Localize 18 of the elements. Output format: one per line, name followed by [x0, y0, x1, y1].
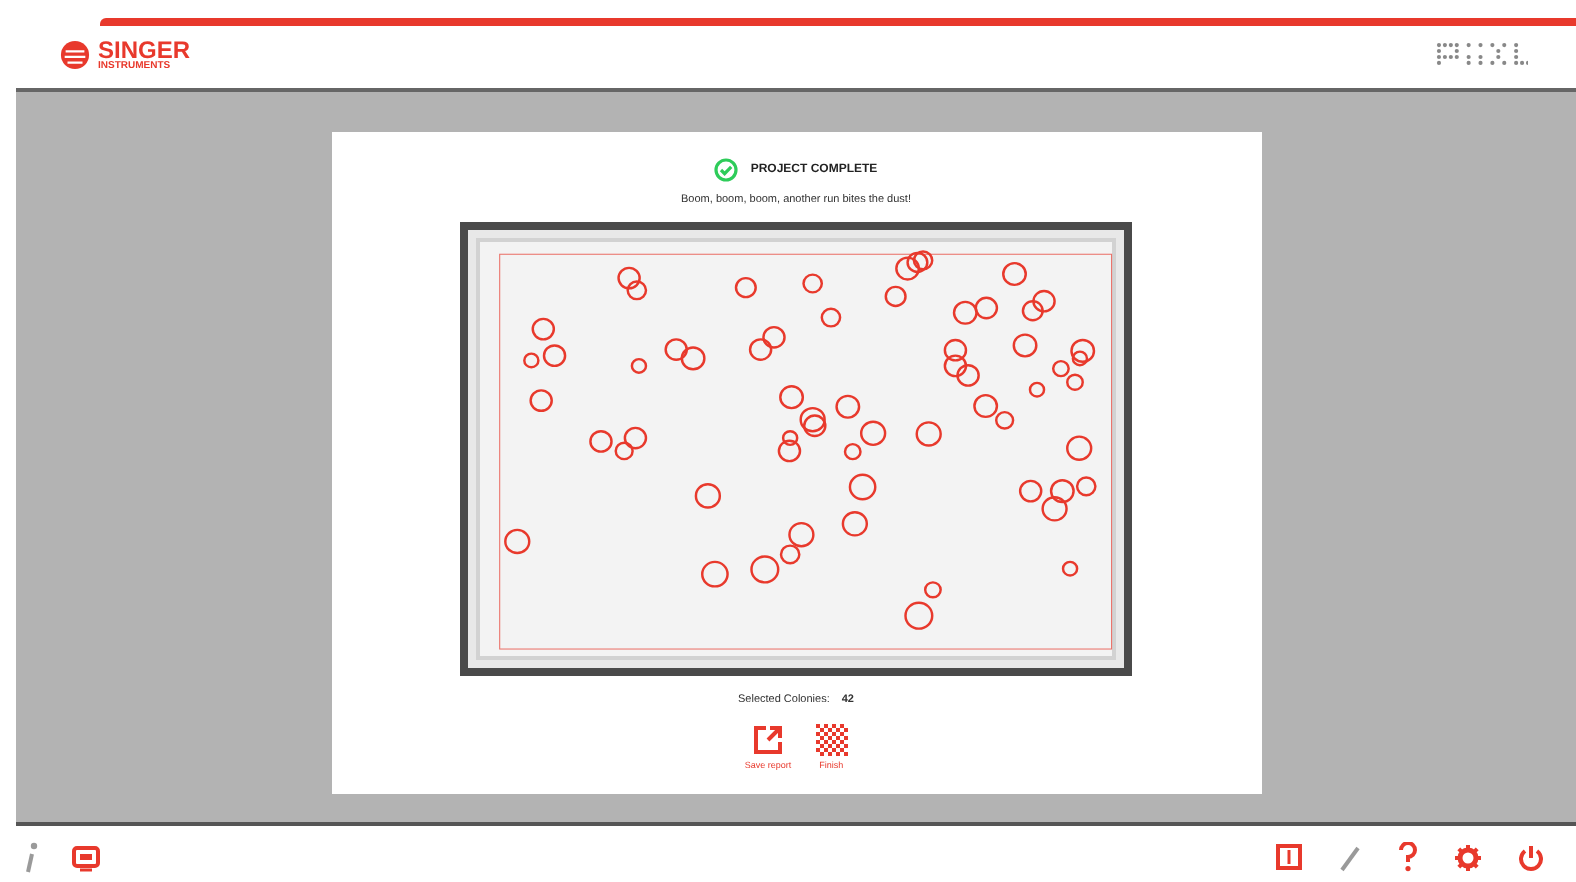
power-icon — [1518, 843, 1544, 871]
toolbar-button[interactable] — [72, 845, 100, 871]
checkerboard-icon — [815, 724, 848, 756]
settings-icon — [1454, 843, 1482, 871]
toolbar-button[interactable] — [1518, 843, 1544, 871]
check-circle-icon — [714, 158, 739, 182]
brand-name: SINGER — [98, 37, 191, 61]
info-icon — [24, 842, 40, 874]
pencil-icon — [1338, 843, 1362, 871]
dot-matrix-logo-drawing — [1436, 38, 1528, 70]
export-icon — [751, 724, 784, 756]
toolbar-button[interactable] — [1276, 844, 1302, 870]
toolbar-button[interactable] — [1454, 843, 1482, 871]
help-icon — [1398, 842, 1418, 872]
panel-icon — [1276, 844, 1302, 870]
toolbar-button[interactable] — [1398, 842, 1418, 872]
monitor-icon — [72, 845, 100, 871]
logo-icon — [60, 39, 90, 69]
